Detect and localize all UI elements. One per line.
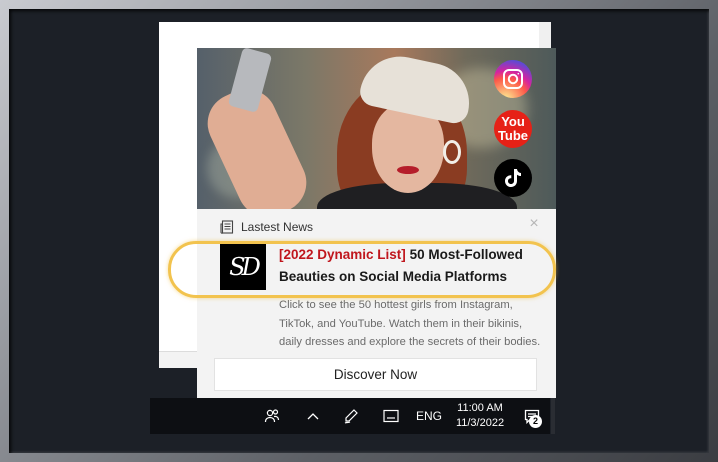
news-description: Click to see the 50 hottest girls from I… [279,299,541,348]
people-icon[interactable] [258,398,286,434]
discover-now-button[interactable]: Discover Now [214,358,537,391]
youtube-text-bottom: Tube [497,128,529,143]
close-icon[interactable]: × [526,216,542,232]
youtube-icon[interactable]: You Tube [494,110,532,148]
news-headline-link[interactable]: [2022 Dynamic List] 50 Most-Followed Bea… [279,244,541,288]
chevron-up-icon[interactable] [300,398,326,434]
notification-count-badge: 2 [529,415,542,428]
taskbar: ENG 11:00 AM 11/3/2022 2 [150,398,550,434]
headline-tag: [2022 Dynamic List] [279,247,406,262]
newspaper-icon [220,220,234,234]
instagram-icon[interactable] [494,60,532,98]
tiktok-icon[interactable] [494,159,532,197]
youtube-text-top: You [501,114,525,129]
clock-time: 11:00 AM [457,402,503,414]
keyboard-icon[interactable] [378,398,404,434]
news-section-header: Lastest News [220,219,313,235]
news-popup[interactable]: You Tube Lastest News × SD [2022 Dynamic… [197,48,556,398]
publisher-logo[interactable]: SD [220,244,266,290]
hero-earring [443,140,461,164]
hero-image[interactable]: You Tube [197,48,556,209]
taskbar-clock[interactable]: 11:00 AM 11/3/2022 [448,398,512,434]
notifications-button[interactable]: 2 [518,398,546,434]
news-section-label: Lastest News [241,220,314,234]
clock-date: 11/3/2022 [455,417,505,429]
pen-icon[interactable] [338,398,364,434]
hero-lips [397,166,419,174]
language-indicator[interactable]: ENG [414,398,444,434]
show-desktop-button[interactable] [551,398,555,434]
